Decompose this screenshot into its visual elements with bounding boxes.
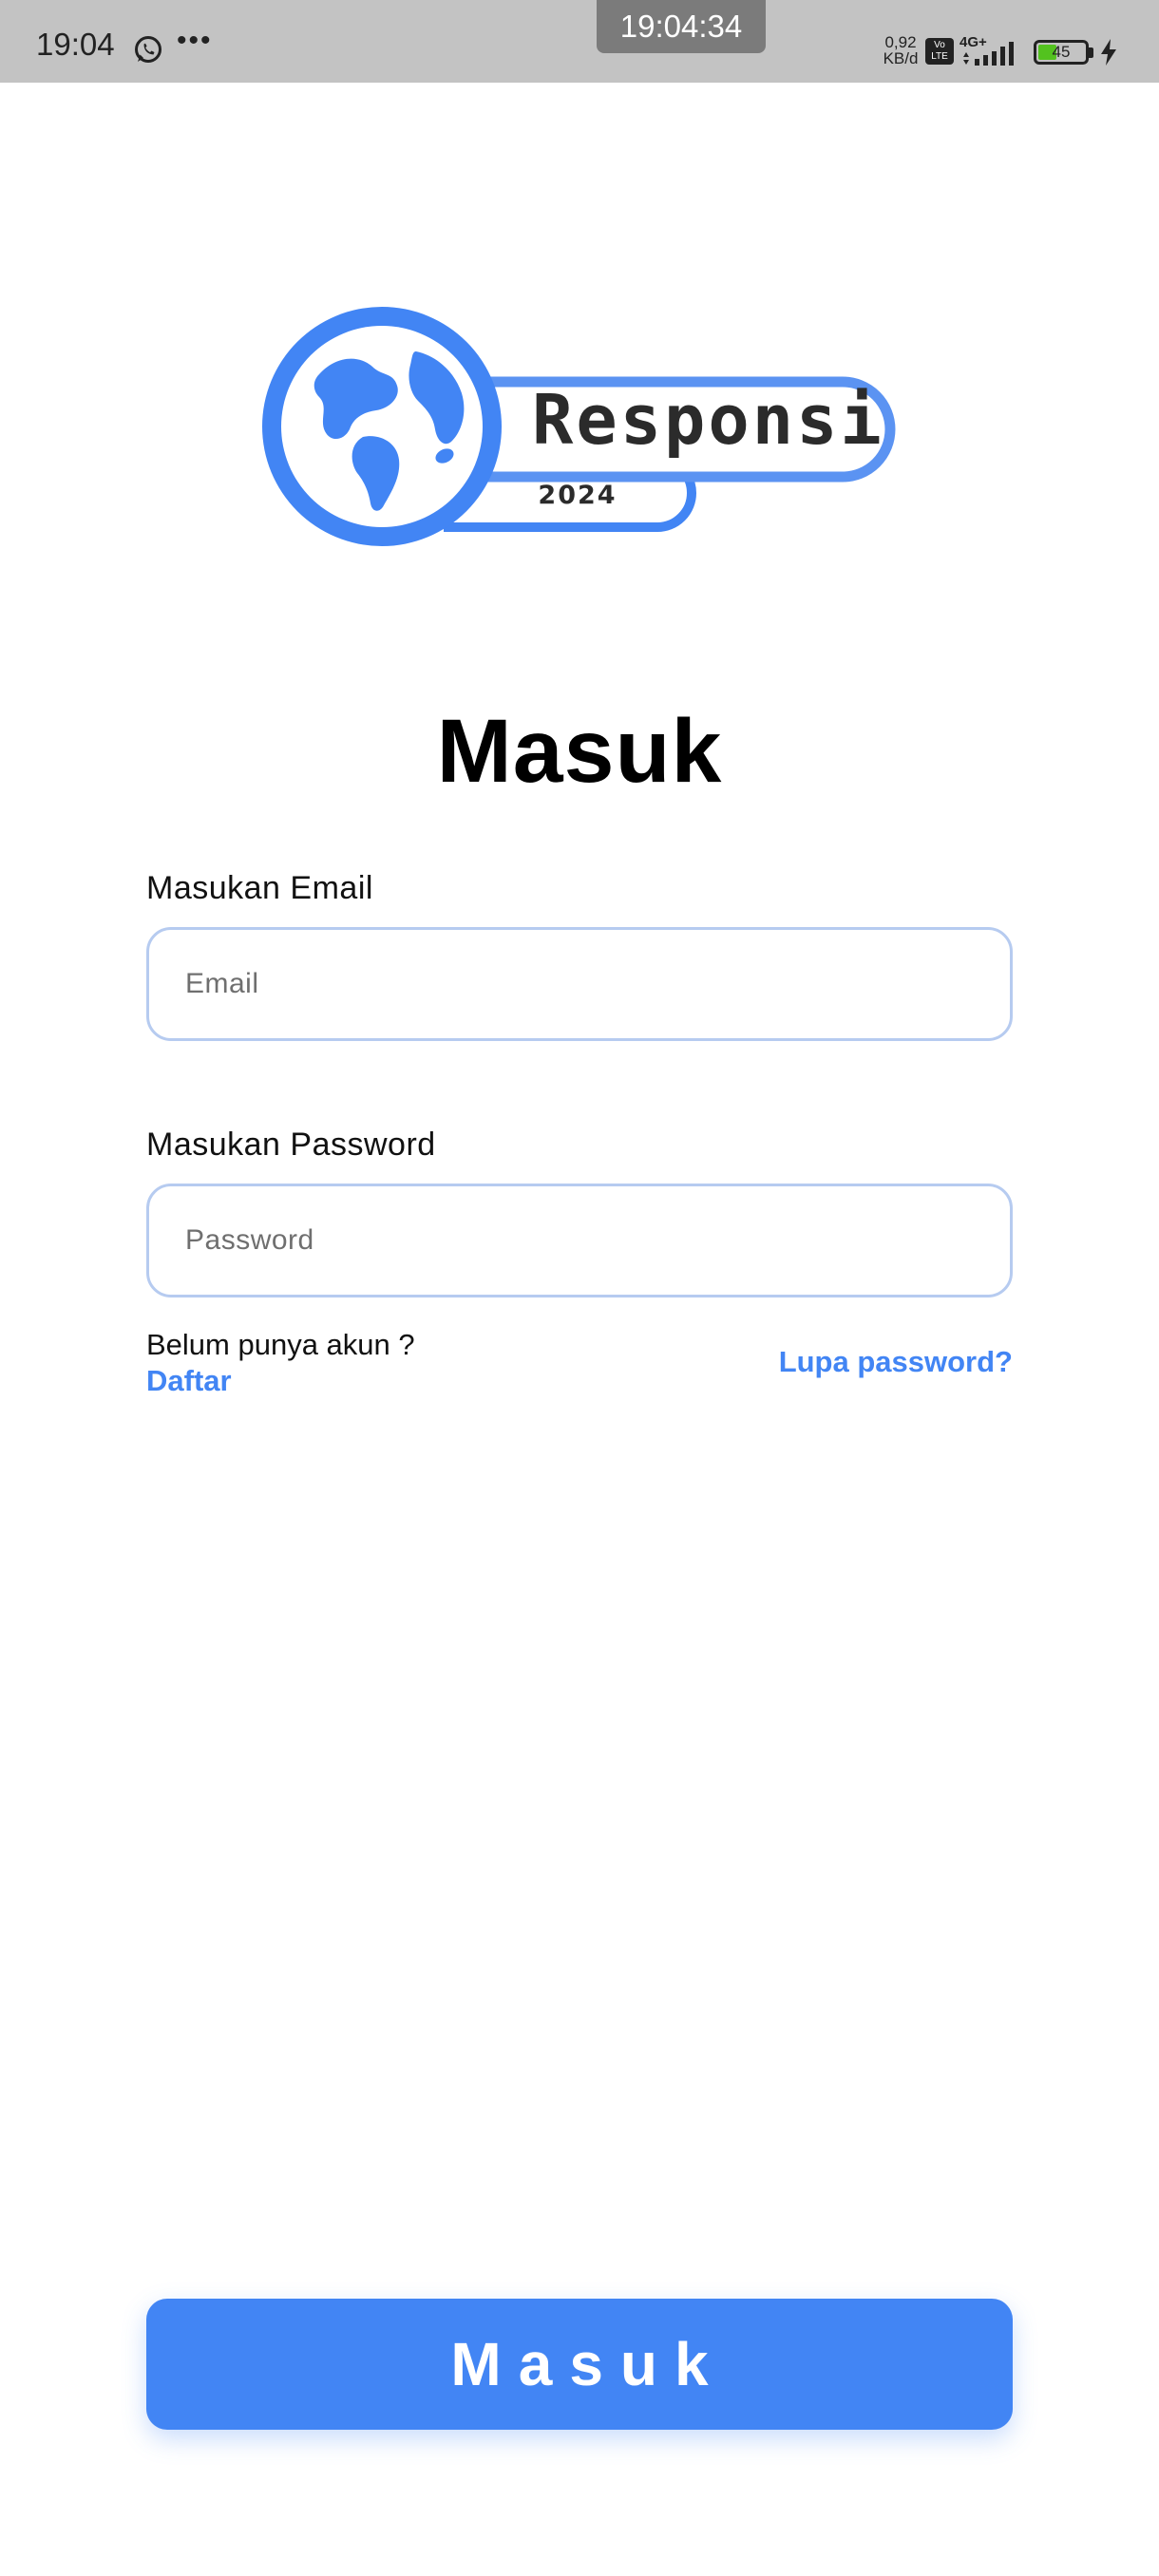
- battery-tip: [1089, 47, 1093, 58]
- battery-icon: 45: [1034, 40, 1089, 65]
- logo-wordmark: Responsi: [532, 380, 884, 460]
- charging-icon: [1101, 39, 1116, 66]
- password-field[interactable]: [146, 1184, 1013, 1297]
- more-notifications-icon: •••: [177, 25, 213, 56]
- email-field[interactable]: [146, 927, 1013, 1041]
- screenshot-timestamp: 19:04:34: [597, 0, 766, 53]
- status-time: 19:04: [36, 27, 115, 62]
- email-label: Masukan Email: [146, 870, 373, 906]
- whatsapp-icon: [135, 36, 162, 63]
- network-speed-unit: KB/d: [883, 49, 919, 67]
- no-account-text: Belum punya akun ?: [146, 1328, 415, 1361]
- volte-icon: Vo LTE: [925, 38, 954, 65]
- status-bar: 19:04 ••• 19:04:34 0,92 KB/d Vo LTE 4G+: [0, 0, 1159, 83]
- login-button[interactable]: Masuk: [146, 2299, 1013, 2430]
- logo-year: 2024: [538, 481, 618, 510]
- login-screen: 19:04 ••• 19:04:34 0,92 KB/d Vo LTE 4G+: [0, 0, 1159, 2576]
- volte-line2: LTE: [931, 51, 948, 62]
- password-label: Masukan Password: [146, 1127, 436, 1163]
- network-speed: 0,92 KB/d: [880, 34, 922, 66]
- network-speed-value: 0,92: [884, 33, 917, 51]
- app-logo: Responsi 2024: [258, 302, 904, 551]
- volte-line1: Vo: [934, 40, 945, 50]
- signal-icon: [963, 42, 1014, 66]
- register-link[interactable]: Daftar: [146, 1366, 232, 1395]
- battery-percent: 45: [1052, 43, 1071, 61]
- page-title: Masuk: [436, 700, 723, 802]
- forgot-password-link[interactable]: Lupa password?: [779, 1347, 1013, 1376]
